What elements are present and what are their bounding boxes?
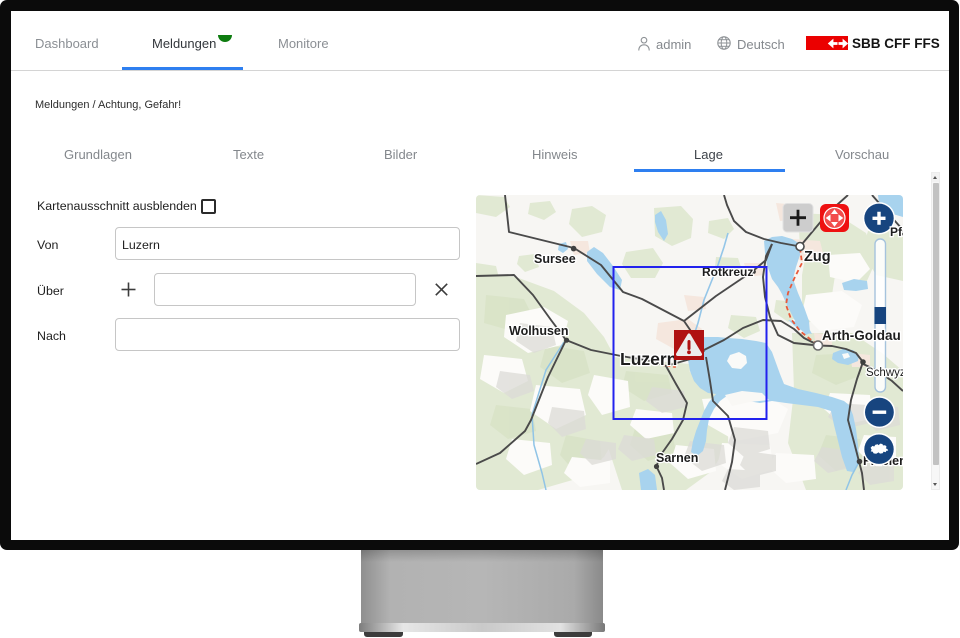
- svg-text:Wolhusen: Wolhusen: [509, 324, 569, 338]
- svg-text:Luzern: Luzern: [620, 349, 677, 369]
- svg-text:Sarnen: Sarnen: [656, 451, 698, 465]
- svg-text:Arth-Goldau: Arth-Goldau: [822, 328, 901, 343]
- svg-text:Schwyz: Schwyz: [866, 367, 903, 379]
- svg-text:Pfä: Pfä: [890, 225, 903, 239]
- svg-text:Sursee: Sursee: [534, 252, 576, 266]
- svg-text:Zug: Zug: [804, 249, 831, 265]
